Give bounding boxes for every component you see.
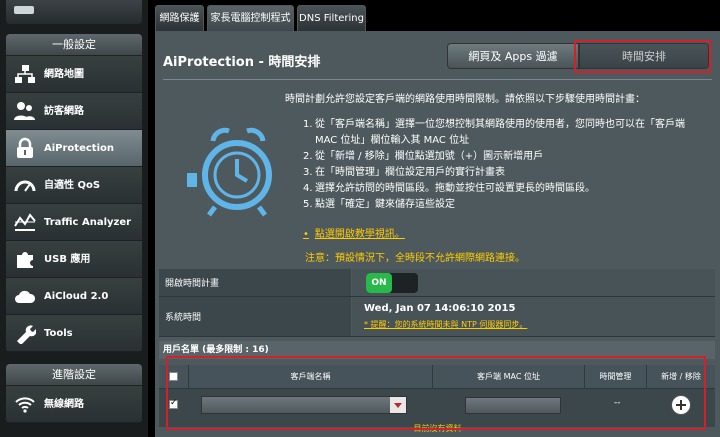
general-settings-header: 一般設定 (6, 34, 142, 56)
tab-parental-controls[interactable]: 家長電腦控制程式 (207, 5, 294, 31)
sidebar-item-label: AiProtection (44, 143, 114, 154)
highlight-box (574, 40, 711, 73)
intro-text: 時間計劃允許您設定客戶端的網路使用時間限制。請依照以下步驟使用時間計畫： (285, 94, 645, 105)
default-note: 注意：預設情況下，全時段不允許網際網路連接。 (305, 253, 525, 264)
gauge-icon (14, 180, 36, 192)
divider (163, 79, 712, 80)
enable-schedule-label: 開啟時間計畫 (159, 269, 351, 296)
sidebar-item-label: 訪客網路 (44, 106, 84, 117)
system-time-label: 系統時間 (159, 297, 351, 336)
sidebar-item-label: 網路地圖 (44, 69, 84, 80)
sidebar-top-item[interactable] (6, 0, 142, 24)
advanced-settings-group: 進階設定 無線網路 (6, 364, 142, 423)
enable-schedule-row: 開啟時間計畫 ON (159, 269, 715, 297)
step-item: 5. 點選「確定」鍵來儲存這些設定 (303, 199, 455, 210)
sidebar-item-usb-application[interactable]: USB 應用 (6, 241, 142, 278)
sidebar-item-wireless[interactable]: 無線網路 (6, 386, 142, 423)
system-time-value: Wed, Jan 07 14:06:10 2015 (364, 303, 516, 314)
highlight-box-client-table (166, 356, 706, 430)
tutorial-link[interactable]: • 點選開啟教學視訊。 (303, 225, 405, 240)
web-apps-filter-button[interactable]: 網頁及 Apps 過濾 (447, 43, 579, 69)
sidebar-item-network-map[interactable]: 網路地圖 (6, 56, 142, 93)
wifi-icon (15, 397, 35, 413)
puzzle-icon (17, 252, 33, 268)
alarm-clock-icon (187, 127, 272, 217)
router-icon (14, 6, 34, 14)
description: 時間計劃允許您設定客戶端的網路使用時間限制。請依照以下步驟使用時間計畫： (285, 90, 715, 119)
sidebar-item-guest-network[interactable]: 訪客網路 (6, 93, 142, 130)
tab-dns-filtering[interactable]: DNS Filtering (297, 5, 366, 31)
sidebar-item-label: 無線網路 (44, 399, 84, 410)
wrench-icon (17, 325, 36, 344)
step-item: 4. 選擇允許訪問的時間區段。拖動並按住可設置更長的時間區段。 (303, 183, 595, 194)
advanced-settings-header: 進階設定 (6, 364, 142, 386)
network-map-icon (15, 65, 35, 83)
general-settings-group: 一般設定 網路地圖 訪客網路 AiProtection 自適性 QoS Traf… (6, 34, 142, 352)
step-item: 1. 從「客戶端名稱」選擇一位您想控制其網路使用的使用者，您同時也可以在「客戶端 … (303, 119, 685, 146)
sidebar-item-tools[interactable]: Tools (6, 315, 142, 352)
tab-network-protection[interactable]: 網路保護 (155, 5, 204, 31)
toggle-on-label: ON (366, 273, 392, 293)
sidebar-item-traffic-analyzer[interactable]: Traffic Analyzer (6, 204, 142, 241)
sidebar-item-aicloud[interactable]: AiCloud 2.0 (6, 278, 142, 315)
sidebar-item-label: 自適性 QoS (44, 180, 101, 191)
system-time-row: 系統時間 Wed, Jan 07 14:06:10 2015 * 提醒：您的系統… (159, 297, 715, 337)
page-title: AiProtection - 時間安排 (163, 55, 321, 70)
sidebar: 一般設定 網路地圖 訪客網路 AiProtection 自適性 QoS Traf… (0, 0, 148, 437)
settings-table: 開啟時間計畫 ON 系統時間 Wed, Jan 07 14:06:10 2015… (159, 269, 715, 337)
traffic-analyzer-icon (14, 213, 36, 231)
steps-list: 1. 從「客戶端名稱」選擇一位您想控制其網路使用的使用者，您同時也可以在「客戶端 … (303, 117, 703, 213)
enable-schedule-toggle[interactable]: ON (366, 273, 418, 293)
cloud-icon (15, 290, 36, 303)
sidebar-item-label: Tools (44, 328, 73, 339)
sidebar-item-label: AiCloud 2.0 (44, 291, 109, 302)
ntp-reminder-link[interactable]: * 提醒：您的系統時間未與 NTP 伺服器同步。 (364, 319, 527, 330)
sidebar-item-aiprotection[interactable]: AiProtection (6, 130, 142, 167)
lock-icon (17, 137, 33, 158)
step-item: 3. 在「時間管理」欄位設定用戶的實行計畫表 (303, 167, 505, 178)
sidebar-item-adaptive-qos[interactable]: 自適性 QoS (6, 167, 142, 204)
sidebar-item-label: Traffic Analyzer (44, 217, 132, 228)
sidebar-item-label: USB 應用 (44, 254, 91, 265)
guest-network-icon (14, 102, 35, 120)
step-item: 2. 從「新增 / 移除」欄位點選加號（+）圖示新增用戶 (303, 151, 544, 162)
